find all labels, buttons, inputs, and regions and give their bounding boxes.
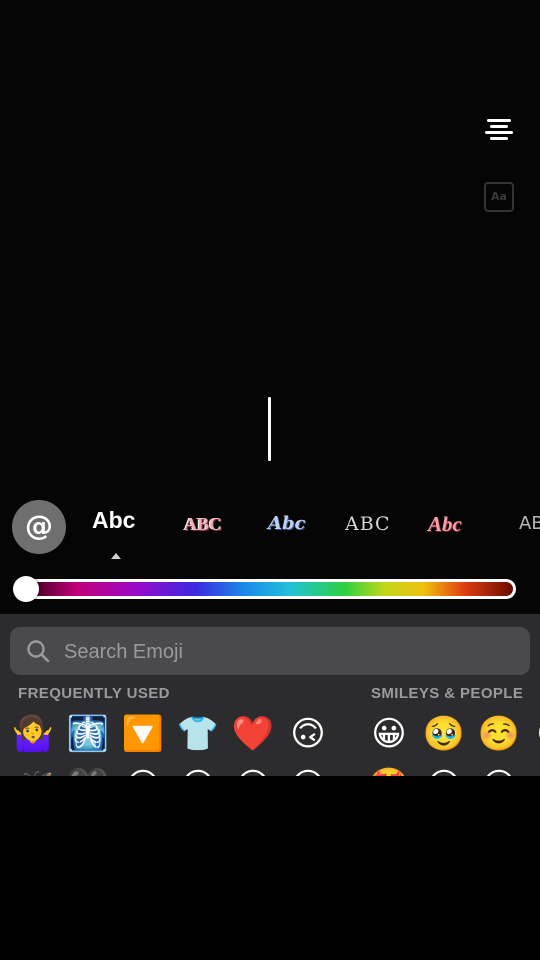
color-slider[interactable] xyxy=(14,579,516,599)
emoji-key[interactable]: 🔽 xyxy=(120,711,166,757)
font-option-gothic[interactable]: Abc xyxy=(268,506,306,542)
emoji-search-field[interactable] xyxy=(10,627,530,677)
emoji-key[interactable]: 😀 xyxy=(531,711,540,757)
emoji-row-2: 🦋 🖤 😀 😀 😀 😊 🤩 😅 😀 😀 xyxy=(0,763,540,776)
emoji-key[interactable]: 😊 xyxy=(285,763,331,776)
mention-button[interactable]: @ xyxy=(12,500,66,554)
emoji-key[interactable]: 🖤 xyxy=(65,763,111,776)
section-label-frequently-used: FREQUENTLY USED xyxy=(18,685,170,702)
font-style-picker[interactable]: @ Abc ABC Abc ABC Abc AB xyxy=(0,496,540,566)
font-option-next[interactable]: AB xyxy=(519,506,540,542)
font-size-button[interactable]: Aa xyxy=(484,182,514,212)
font-option-typewriter[interactable]: ABC xyxy=(345,506,391,542)
emoji-key[interactable]: 👕 xyxy=(175,711,221,757)
emoji-row-1: 🤷‍♀️ 🩻 🔽 👕 ❤️ 🙃 😀 🥹 ☺️ 😀 xyxy=(0,711,540,755)
emoji-key[interactable]: ❤️ xyxy=(230,711,276,757)
emoji-key[interactable]: 🦋 xyxy=(10,763,56,776)
emoji-key[interactable]: 🤩 xyxy=(366,763,412,776)
font-option-strong[interactable]: ABC xyxy=(184,506,222,542)
align-center-icon[interactable] xyxy=(484,116,514,146)
emoji-key[interactable]: 😀 xyxy=(120,763,166,776)
color-gradient-track[interactable] xyxy=(17,582,513,596)
emoji-key[interactable]: 😅 xyxy=(421,763,467,776)
emoji-key[interactable]: 🤷‍♀️ xyxy=(10,711,56,757)
search-icon xyxy=(27,640,50,663)
bottom-black-area xyxy=(0,776,540,960)
emoji-key[interactable]: 😀 xyxy=(175,763,221,776)
section-label-smileys-people: SMILEYS & PEOPLE xyxy=(371,685,524,702)
font-option-classic[interactable]: Abc xyxy=(92,502,135,538)
emoji-key[interactable]: ☺️ xyxy=(476,711,522,757)
emoji-keyboard: FREQUENTLY USED SMILEYS & PEOPLE 🤷‍♀️ 🩻 … xyxy=(0,614,540,776)
color-slider-thumb[interactable] xyxy=(13,576,39,602)
text-cursor xyxy=(268,397,271,461)
emoji-key[interactable]: 😀 xyxy=(531,763,540,776)
selected-font-indicator xyxy=(111,553,121,559)
emoji-key[interactable]: 🥹 xyxy=(421,711,467,757)
font-option-script[interactable]: Abc xyxy=(428,506,462,542)
emoji-key[interactable]: 😀 xyxy=(476,763,522,776)
emoji-key[interactable]: 🙃 xyxy=(285,711,331,757)
emoji-key[interactable]: 😀 xyxy=(366,711,412,757)
emoji-key[interactable]: 😀 xyxy=(230,763,276,776)
emoji-search-input[interactable] xyxy=(62,627,506,677)
emoji-key[interactable]: 🩻 xyxy=(65,711,111,757)
